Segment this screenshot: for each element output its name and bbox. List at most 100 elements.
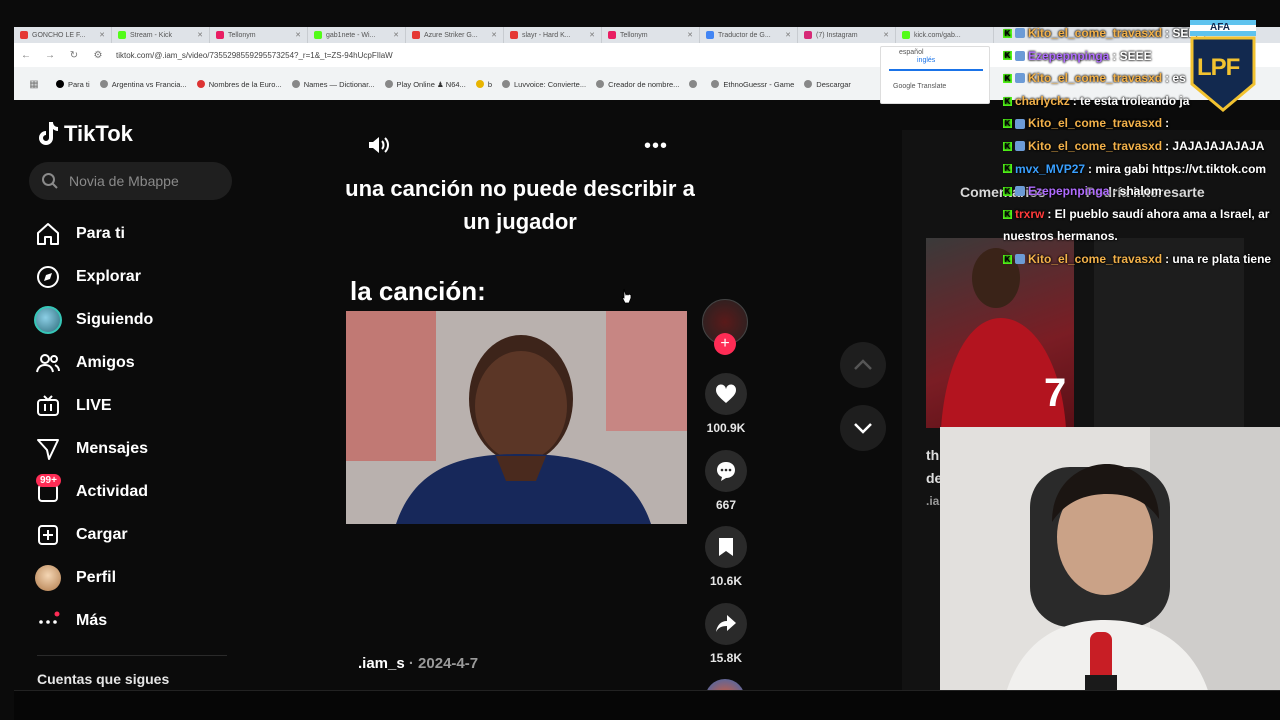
video-date: 2024-4-7: [418, 655, 479, 672]
notification-badge: 99+: [36, 474, 61, 487]
kick-badge-icon: K: [1003, 209, 1012, 219]
webcam-feed: [940, 427, 1280, 720]
sidebar-item-mas[interactable]: Más: [34, 599, 264, 642]
forward-icon[interactable]: →: [38, 50, 62, 61]
video-caption-top: una canción no puede describir a un juga…: [345, 176, 695, 234]
browser-tab[interactable]: (7) Instagram ✕: [798, 27, 896, 43]
sidebar-item-perfil[interactable]: Perfil: [34, 556, 264, 599]
browser-tab[interactable]: Stream - Kick ✕: [112, 27, 210, 43]
heart-icon: [705, 373, 747, 415]
bookmark-item[interactable]: [689, 80, 701, 88]
chat-text: : mira gabi https://vt.tiktok.com: [1088, 161, 1267, 176]
volume-icon[interactable]: [366, 134, 390, 161]
browser-tab[interactable]: gab1nete - Wi... ✕: [308, 27, 406, 43]
chat-text: :: [1165, 116, 1170, 131]
kick-badge-icon: K: [1003, 164, 1012, 174]
bookmark-favicon: [711, 80, 720, 88]
bookmark-item[interactable]: Nombres de la Euro...: [196, 80, 282, 89]
previous-video-button[interactable]: [840, 342, 886, 388]
close-icon[interactable]: ✕: [491, 31, 497, 39]
tab-favicon: [608, 31, 616, 39]
browser-tab[interactable]: GONCHO LE F... ✕: [14, 27, 112, 43]
sidebar-divider: [37, 655, 227, 656]
close-icon[interactable]: ✕: [99, 31, 105, 39]
sidebar-item-para-ti[interactable]: Para ti: [34, 212, 264, 255]
chat-message: Kmvx_MVP27 : mira gabi https://vt.tiktok…: [1003, 158, 1280, 181]
profile-avatar: [34, 564, 62, 592]
bookmark-favicon: [384, 80, 393, 88]
bookmark-favicon: [196, 80, 205, 88]
save-count: 10.6K: [709, 574, 743, 588]
share-button[interactable]: 15.8K: [700, 603, 752, 665]
comment-button[interactable]: 667: [700, 450, 752, 512]
sidebar-item-amigos[interactable]: Amigos: [34, 341, 264, 384]
close-icon[interactable]: ✕: [589, 31, 595, 39]
bookmark-item[interactable]: Argentina vs Francia...: [99, 80, 187, 89]
search-placeholder: Novia de Mbappe: [69, 173, 179, 189]
bookmark-favicon: [689, 80, 698, 88]
close-icon[interactable]: ✕: [295, 31, 301, 39]
close-icon[interactable]: ✕: [883, 31, 889, 39]
comment-count: 667: [715, 498, 737, 512]
sidebar-item-explorar[interactable]: Explorar: [34, 255, 264, 298]
translate-lang-active[interactable]: inglés: [917, 57, 935, 64]
like-button[interactable]: 100.9K: [700, 373, 752, 435]
bookmark-favicon: [475, 80, 484, 88]
tab-favicon: [20, 31, 28, 39]
video-author[interactable]: .iam_s · 2024-4-7: [358, 655, 478, 672]
sub-badge-icon: [1015, 73, 1025, 84]
close-icon[interactable]: ✕: [687, 31, 693, 39]
video-player[interactable]: [346, 311, 687, 524]
url-field[interactable]: tiktok.com/@.iam_s/video/735529855929557…: [116, 51, 393, 60]
bookmark-item[interactable]: Creador de nombre...: [596, 80, 679, 89]
sidebar-item-mensajes[interactable]: Mensajes: [34, 427, 264, 470]
site-info-icon[interactable]: ⚙: [86, 50, 110, 61]
close-icon[interactable]: ✕: [785, 31, 791, 39]
browser-tab[interactable]: slayr - Hard K... ✕: [504, 27, 602, 43]
browser-tab[interactable]: Tellonym ✕: [210, 27, 308, 43]
browser-tab[interactable]: Traductor de G... ✕: [700, 27, 798, 43]
tab-favicon: [216, 31, 224, 39]
sub-badge-icon: [1015, 118, 1025, 129]
sidebar-item-live[interactable]: LIVE: [34, 384, 264, 427]
bookmark-item[interactable]: b: [475, 80, 492, 89]
sidebar-item-siguiendo[interactable]: Siguiendo: [34, 298, 264, 341]
sidebar-item-cargar[interactable]: Cargar: [34, 513, 264, 556]
emote-badge-icon: [1015, 50, 1025, 61]
compass-icon: [34, 263, 62, 291]
save-button[interactable]: 10.6K: [700, 526, 752, 588]
follow-plus-icon[interactable]: +: [714, 333, 736, 355]
chevron-up-icon: [854, 359, 872, 370]
share-icon: [705, 603, 747, 645]
like-count: 100.9K: [706, 421, 746, 435]
tiktok-logo[interactable]: TikTok: [36, 121, 133, 147]
close-icon[interactable]: ✕: [393, 31, 399, 39]
apps-grid-icon[interactable]: ▦: [22, 79, 46, 90]
sub-badge-icon: [1015, 141, 1025, 152]
bookmark-item[interactable]: Names — Dictionar...: [291, 80, 375, 89]
bookmark-item[interactable]: Descargar: [804, 80, 851, 89]
bookmark-item[interactable]: Para ti: [56, 80, 90, 89]
browser-tab[interactable]: Azure Striker G... ✕: [406, 27, 504, 43]
next-video-button[interactable]: [840, 405, 886, 451]
browser-tab[interactable]: Tellonym ✕: [602, 27, 700, 43]
search-input[interactable]: Novia de Mbappe: [29, 162, 232, 200]
chat-message: K Kito_el_come_travasxd : JAJAJAJAJAJA: [1003, 135, 1280, 158]
video-more-options-icon[interactable]: •••: [644, 135, 668, 158]
bookmark-item[interactable]: EthnoGuessr - Game: [711, 80, 794, 89]
reload-icon[interactable]: ↻: [62, 50, 86, 61]
bookmark-item[interactable]: Play Online ♟ N64...: [384, 80, 466, 89]
tab-favicon: [510, 31, 518, 39]
translate-lang-other[interactable]: español: [899, 49, 924, 56]
chat-username: Kito_el_come_travasxd: [1028, 251, 1163, 266]
back-icon[interactable]: ←: [14, 50, 38, 61]
search-icon: [42, 173, 58, 189]
chat-username: Ezepepnpinga: [1028, 48, 1110, 63]
close-icon[interactable]: ✕: [197, 31, 203, 39]
bookmark-item[interactable]: Luvvoice: Convierte...: [501, 80, 586, 89]
browser-tab[interactable]: kick.com/gab...: [896, 27, 994, 43]
kick-badge-icon: K: [1003, 119, 1012, 129]
share-count: 15.8K: [709, 651, 743, 665]
kick-badge-icon: K: [1003, 254, 1012, 264]
sidebar-item-actividad[interactable]: 99+ Actividad: [34, 470, 264, 513]
